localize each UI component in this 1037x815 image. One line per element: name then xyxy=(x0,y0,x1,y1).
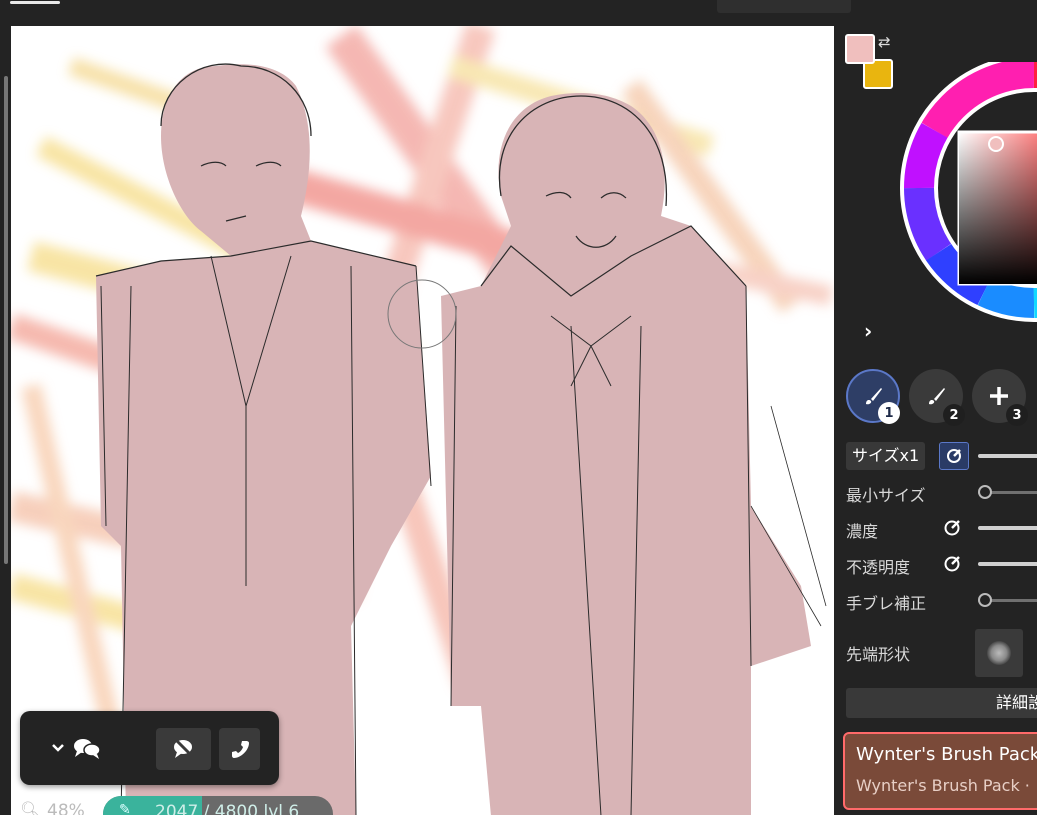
right-figure xyxy=(441,93,827,815)
brush-slot-number: 2 xyxy=(943,404,965,426)
canvas-scrollbar[interactable] xyxy=(0,26,11,815)
pressure-icon[interactable] xyxy=(942,554,962,574)
brush-pack-title: Wynter's Brush Pack xyxy=(856,744,1037,765)
detail-settings-label: 詳細設 xyxy=(996,693,1037,712)
min-size-slider-knob[interactable] xyxy=(978,485,992,499)
chevron-right-icon[interactable]: › xyxy=(864,319,872,343)
brush-slot-2[interactable]: 2 xyxy=(909,369,965,426)
zoom-level[interactable]: 🔍︎ 48% xyxy=(20,801,85,815)
progress-text: 2047 / 4800 lvl 6 xyxy=(155,802,300,815)
swap-colors-icon[interactable]: ⇄ xyxy=(878,34,894,50)
stabilizer-slider-knob[interactable] xyxy=(978,593,992,607)
size-multiplier-button[interactable]: サイズx1 xyxy=(846,442,926,470)
color-picker-handle[interactable] xyxy=(988,136,1004,152)
pressure-icon[interactable] xyxy=(942,518,962,538)
brush-slot-number: 1 xyxy=(878,402,900,424)
brush-slot-3[interactable]: 3 xyxy=(972,369,1028,426)
plus-icon xyxy=(990,387,1008,405)
size-pressure-toggle[interactable] xyxy=(939,442,969,470)
detail-settings-button[interactable]: 詳細設 xyxy=(846,688,1037,718)
zoom-icon: 🔍︎ xyxy=(20,801,42,815)
left-figure xyxy=(95,63,432,815)
mute-voice-button[interactable] xyxy=(156,728,211,770)
zoom-value: 48% xyxy=(47,801,85,815)
brush-tip-shape xyxy=(987,641,1011,665)
opacity-label: 不透明度 xyxy=(846,558,911,577)
min-size-label: 最小サイズ xyxy=(846,486,926,505)
top-bar xyxy=(0,0,1037,26)
scrollbar-thumb[interactable] xyxy=(4,76,8,564)
brush-slot-1[interactable]: 1 xyxy=(846,369,900,424)
saturation-value-square[interactable] xyxy=(957,130,1037,286)
pressure-icon xyxy=(947,449,961,463)
phone-icon xyxy=(231,741,249,758)
opacity-slider[interactable] xyxy=(978,562,1037,566)
brush-pack-subtitle: Wynter's Brush Pack · xyxy=(856,776,1030,795)
right-panel: ⇄ › 1 2 3 サイズx1 最小サイズ 濃度 不透明度 手ブレ補正 先端形状… xyxy=(834,26,1037,815)
top-bar-field[interactable] xyxy=(717,0,851,13)
density-label: 濃度 xyxy=(846,522,879,541)
stabilizer-label: 手ブレ補正 xyxy=(846,594,927,613)
speaker-mute-icon xyxy=(173,738,193,758)
foreground-color-swatch[interactable] xyxy=(845,34,875,64)
artwork xyxy=(11,26,834,815)
brush-pack-card[interactable]: Wynter's Brush Pack Wynter's Brush Pack … xyxy=(843,732,1037,810)
brush-stroke-icon: ✎ xyxy=(119,802,131,815)
drawing-canvas[interactable] xyxy=(11,26,834,815)
brush-slot-number: 3 xyxy=(1006,404,1028,426)
chevron-down-icon xyxy=(52,744,64,752)
chat-toggle-button[interactable] xyxy=(50,733,110,763)
chat-bubbles-icon xyxy=(74,739,101,759)
brush-level-progress: ✎ 2047 / 4800 lvl 6 xyxy=(103,796,333,815)
brush-tip-label: 先端形状 xyxy=(846,645,911,664)
size-slider[interactable] xyxy=(978,454,1037,458)
brush-icon xyxy=(929,388,945,405)
voice-call-button[interactable] xyxy=(219,728,260,770)
density-slider[interactable] xyxy=(978,526,1037,530)
app-root: ⇄ › 1 2 3 サイズx1 最小サイズ 濃度 不透明度 手ブレ補正 先端形状… xyxy=(0,0,1037,815)
chat-widget xyxy=(20,711,279,785)
brush-tip-preview[interactable] xyxy=(975,629,1023,677)
menu-icon[interactable] xyxy=(10,0,60,10)
color-wheel[interactable] xyxy=(884,62,1037,342)
